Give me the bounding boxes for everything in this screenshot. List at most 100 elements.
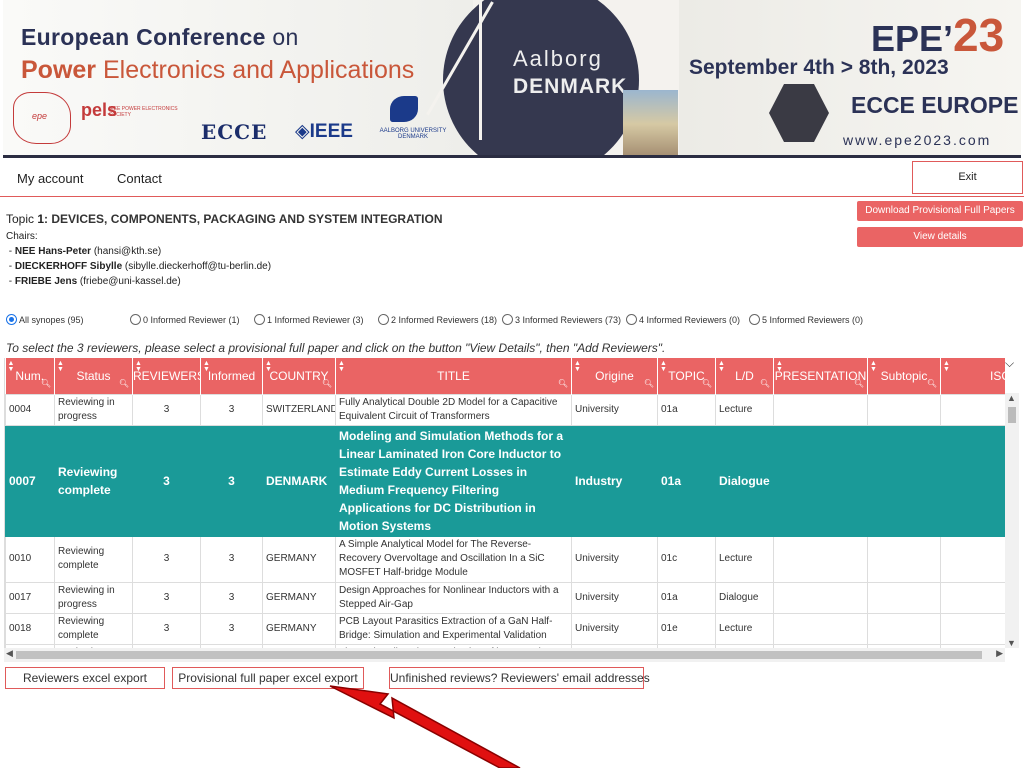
vertical-scrollbar[interactable]: ▲ ▼ <box>1005 393 1019 648</box>
banner-city: Aalborg <box>513 46 603 71</box>
banner-country: DENMARK <box>513 75 628 98</box>
table-row[interactable]: 0007 Reviewing complete 3 3 DENMARK Modeling … <box>5 424 1005 537</box>
cell-informed: 3 <box>200 393 263 426</box>
filter-5-informed[interactable]: 5 Informed Reviewers (0) <box>749 314 863 325</box>
cell-origine: University <box>571 393 658 426</box>
cell-topic: 01c <box>657 535 716 583</box>
cell-informed: 3 <box>200 535 263 583</box>
cell-isc-session <box>940 612 1005 645</box>
banner-title-line1: European Conference on <box>21 24 299 50</box>
cell-origine: University <box>571 581 658 614</box>
radio-dot[interactable] <box>626 314 637 325</box>
ecce-europe-label: ECCE EUROPE <box>851 92 1019 118</box>
cell-presentation <box>773 612 868 645</box>
cell-num: 0017 <box>5 581 55 614</box>
cell-ld: Dialogue <box>715 424 774 537</box>
col-header-topic[interactable]: ▲ ▼ TOPIC 🔍︎ <box>657 358 716 394</box>
cell-country: GERMANY <box>262 581 336 614</box>
radio-dot[interactable] <box>130 314 141 325</box>
filter-2-informed[interactable]: 2 Informed Reviewers (18) <box>378 314 497 325</box>
cell-ld: Lecture <box>715 535 774 583</box>
scroll-left-icon[interactable]: ◀ <box>6 648 13 659</box>
cell-isc-session <box>940 535 1005 583</box>
conference-dates: September 4th > 8th, 2023 <box>689 56 949 79</box>
cell-status: Reviewing complete <box>54 612 133 645</box>
cell-presentation <box>773 581 868 614</box>
cell-status: Reviewing complete <box>54 424 133 537</box>
cell-informed: 3 <box>200 424 263 537</box>
conference-url: www.epe2023.com <box>843 132 992 148</box>
table-row[interactable]: 0010 Reviewing complete 3 3 GERMANY A Simple … <box>5 535 1005 583</box>
radio-dot[interactable] <box>749 314 760 325</box>
search-icon[interactable]: 🔍︎ <box>927 379 937 388</box>
table-row[interactable]: 0004 Reviewing in progress 3 3 SWITZERLAND Fu… <box>5 393 1005 426</box>
radio-dot[interactable] <box>502 314 513 325</box>
cell-num: 0018 <box>5 612 55 645</box>
my-account-link[interactable]: My account <box>17 171 83 186</box>
table-header-row: ▲ ▼ Num. 🔍︎ ▲ ▼ Status 🔍︎ ▲ ▼ REVIEWERS ▲ ▼ Inform… <box>5 358 1005 394</box>
cell-isc-session <box>940 581 1005 614</box>
cell-topic: 01e <box>657 612 716 645</box>
radio-dot[interactable] <box>6 314 17 325</box>
col-header-num[interactable]: ▲ ▼ Num. 🔍︎ <box>5 358 55 394</box>
chevron-down-icon[interactable]: ⌵ <box>1005 356 1014 371</box>
papers-table-container[interactable]: ▲ ▼ Num. 🔍︎ ▲ ▼ Status 🔍︎ ▲ ▼ REVIEWERS ▲ ▼ Inform… <box>4 358 1005 648</box>
search-icon[interactable]: 🔍︎ <box>702 379 712 388</box>
col-header-country[interactable]: ▲ ▼ COUNTRY 🔍︎ <box>262 358 336 394</box>
unfinished-reviews-emails-button[interactable]: Unfinished reviews? Reviewers' email add… <box>389 667 650 689</box>
scroll-up-icon[interactable]: ▲ <box>1007 393 1016 403</box>
filter-3-informed[interactable]: 3 Informed Reviewers (73) <box>502 314 621 325</box>
table-row[interactable]: 0018 Reviewing complete 3 3 GERMANY PCB Layou… <box>5 612 1005 645</box>
ecce-logo: ECCE <box>201 120 268 144</box>
filter-4-informed[interactable]: 4 Informed Reviewers (0) <box>626 314 740 325</box>
download-provisional-papers-button[interactable]: Download Provisional Full Papers <box>857 201 1023 221</box>
col-header-informed[interactable]: ▲ ▼ Informed <box>200 358 263 394</box>
exit-button[interactable]: Exit <box>912 161 1023 194</box>
col-header-presentation[interactable]: ▲ ▼ PRESENTATION 🔍︎ <box>773 358 868 394</box>
cell-title: A Simple Analytical Model for The Revers… <box>335 535 572 583</box>
search-icon[interactable]: 🔍︎ <box>644 379 654 388</box>
chairs-label: Chairs: <box>6 231 38 242</box>
search-icon[interactable]: 🔍︎ <box>558 379 568 388</box>
scroll-down-icon[interactable]: ▼ <box>1007 638 1016 648</box>
search-icon[interactable]: 🔍︎ <box>854 379 864 388</box>
view-details-button[interactable]: View details <box>857 227 1023 247</box>
col-header-isc-session[interactable]: ▲▼ISC Session <box>940 358 1005 394</box>
cell-num: 0004 <box>5 393 55 426</box>
chair-item: - NEE Hans-Peter (hansi@kth.se) <box>6 246 162 257</box>
epe-map-logo: epe <box>13 92 71 144</box>
col-header-subtopic[interactable]: ▲ ▼ Subtopic 🔍︎ <box>867 358 941 394</box>
col-header-reviewers[interactable]: ▲ ▼ REVIEWERS <box>132 358 201 394</box>
reviewers-excel-export-button[interactable]: Reviewers excel export <box>5 667 165 689</box>
search-icon[interactable]: 🔍︎ <box>41 379 51 388</box>
search-icon[interactable]: 🔍︎ <box>119 379 129 388</box>
contact-link[interactable]: Contact <box>117 171 162 186</box>
scroll-thumb[interactable] <box>16 651 982 659</box>
table-row[interactable]: 0017 Reviewing in progress 3 3 GERMANY Design… <box>5 581 1005 614</box>
top-nav: My account Contact <box>0 161 1024 197</box>
col-header-ld[interactable]: ▲ ▼ L/D 🔍︎ <box>715 358 774 394</box>
cell-subtopic <box>867 581 941 614</box>
cell-ld: Lecture <box>715 612 774 645</box>
arrow-shape <box>329 685 521 768</box>
papers-table: ▲ ▼ Num. 🔍︎ ▲ ▼ Status 🔍︎ ▲ ▼ REVIEWERS ▲ ▼ Inform… <box>5 358 1005 648</box>
cell-country: SWITZERLAND <box>262 393 336 426</box>
filter-0-informed[interactable]: 0 Informed Reviewer (1) <box>130 314 240 325</box>
col-header-title[interactable]: ▲ ▼ TITLE 🔍︎ <box>335 358 572 394</box>
search-icon[interactable]: 🔍︎ <box>760 379 770 388</box>
col-header-status[interactable]: ▲ ▼ Status 🔍︎ <box>54 358 133 394</box>
cell-presentation <box>773 424 868 537</box>
instruction-text: To select the 3 reviewers, please select… <box>6 341 666 355</box>
col-header-origine[interactable]: ▲ ▼ Origine 🔍︎ <box>571 358 658 394</box>
radio-dot[interactable] <box>378 314 389 325</box>
scroll-thumb[interactable] <box>1008 407 1016 423</box>
cell-subtopic <box>867 612 941 645</box>
scroll-right-icon[interactable]: ▶ <box>996 648 1003 659</box>
filter-1-informed[interactable]: 1 Informed Reviewer (3) <box>254 314 364 325</box>
radio-dot[interactable] <box>254 314 265 325</box>
cell-country: GERMANY <box>262 535 336 583</box>
search-icon[interactable]: 🔍︎ <box>322 379 332 388</box>
filter-all-synopes[interactable]: All synopes (95) <box>6 314 84 325</box>
provisional-full-paper-export-button[interactable]: Provisional full paper excel export <box>172 667 364 689</box>
horizontal-scrollbar[interactable]: ◀ ▶ <box>4 648 1005 662</box>
